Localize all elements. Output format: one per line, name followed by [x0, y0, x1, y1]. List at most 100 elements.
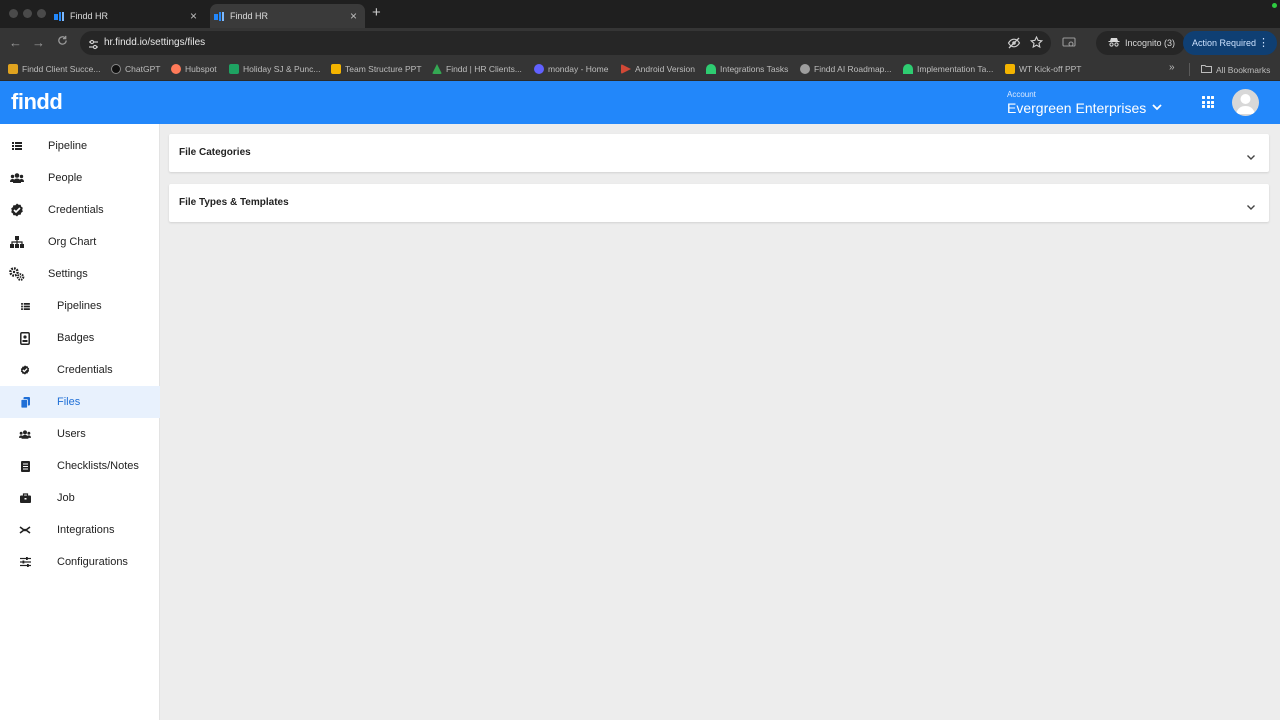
globe-icon [800, 64, 810, 74]
bookmark-item[interactable]: Findd AI Roadmap... [800, 64, 892, 74]
browser-toolbar: ← → hr.findd.io/settings/files Incognito… [0, 28, 1280, 58]
apps-grid-icon[interactable] [1202, 96, 1214, 108]
sidebar-item-credentials[interactable]: Credentials [0, 194, 160, 226]
window-zoom-dot[interactable] [37, 9, 46, 18]
reload-icon[interactable] [57, 34, 68, 50]
bookmark-item[interactable]: monday - Home [534, 64, 608, 74]
file-categories-panel[interactable]: File Categories [169, 134, 1269, 172]
sidebar-item-label: Settings [48, 268, 88, 280]
sidebar-item-label: Checklists/Notes [57, 460, 139, 472]
file-types-templates-panel[interactable]: File Types & Templates [169, 184, 1269, 222]
panel-title: File Types & Templates [179, 197, 289, 208]
sidebar: Pipeline People Credentials Org Chart Se… [0, 124, 160, 720]
slides-icon [1005, 64, 1015, 74]
users-icon [17, 426, 33, 442]
incognito-indicator[interactable]: Incognito (3) [1096, 31, 1186, 55]
chevron-down-icon[interactable] [1151, 98, 1163, 116]
browser-tab-1[interactable]: Findd HR × [50, 4, 205, 28]
bookmark-item[interactable]: Team Structure PPT [331, 64, 422, 74]
monday-icon [534, 64, 544, 74]
sidebar-item-pipelines[interactable]: Pipelines [0, 290, 160, 322]
bookmark-item[interactable]: Integrations Tasks [706, 64, 788, 74]
bookmark-item[interactable]: Hubspot [171, 64, 217, 74]
sidebar-item-credentials-settings[interactable]: Credentials [0, 354, 160, 386]
browser-tab-2[interactable]: Findd HR × [210, 4, 365, 28]
people-icon [9, 170, 25, 186]
briefcase-icon [17, 490, 33, 506]
eye-off-icon[interactable] [1007, 36, 1021, 55]
avatar[interactable] [1232, 89, 1259, 116]
site-info-icon[interactable] [88, 37, 99, 55]
tasks-icon [706, 64, 716, 74]
back-arrow-icon[interactable]: ← [9, 35, 22, 51]
panel-title: File Categories [179, 147, 251, 158]
files-icon [17, 394, 33, 410]
browser-tab-bar: Findd HR × Findd HR × + [0, 0, 1280, 28]
sidebar-item-org-chart[interactable]: Org Chart [0, 226, 160, 258]
hubspot-icon [171, 64, 181, 74]
list-icon [17, 298, 33, 314]
chatgpt-icon [111, 64, 121, 74]
forward-arrow-icon[interactable]: → [32, 35, 45, 51]
user-silhouette-icon [1236, 94, 1255, 114]
checklist-icon [17, 458, 33, 474]
divider [1189, 63, 1190, 76]
window-close-dot[interactable] [9, 9, 18, 18]
sidebar-item-label: People [48, 172, 83, 184]
star-icon[interactable] [1029, 35, 1044, 54]
sheets-icon [229, 64, 239, 74]
url-text[interactable]: hr.findd.io/settings/files [104, 37, 205, 48]
sidebar-item-label: Pipelines [57, 300, 102, 312]
play-store-icon [621, 64, 631, 74]
extensions-icon[interactable] [1062, 36, 1076, 54]
bookmarks-bar: Findd Client Succe... ChatGPT Hubspot Ho… [0, 58, 1280, 81]
bookmark-item[interactable]: Findd Client Succe... [8, 64, 100, 74]
sidebar-item-label: Pipeline [48, 140, 88, 152]
account-label: Account [1007, 90, 1036, 99]
chevron-down-icon[interactable] [1246, 198, 1256, 216]
action-required-button[interactable]: Action Required ⋮ [1183, 31, 1277, 55]
tab-close-icon[interactable]: × [350, 8, 357, 24]
sidebar-item-label: Org Chart [48, 236, 97, 248]
sidebar-item-label: Credentials [48, 204, 104, 216]
bookmark-item[interactable]: Implementation Ta... [903, 64, 993, 74]
tasks-icon [903, 64, 913, 74]
incognito-icon [1108, 37, 1120, 49]
new-tab-icon[interactable]: + [372, 5, 381, 21]
sidebar-item-users[interactable]: Users [0, 418, 160, 450]
window-minimize-dot[interactable] [23, 9, 32, 18]
sidebar-item-settings[interactable]: Settings [0, 258, 160, 290]
address-bar[interactable]: hr.findd.io/settings/files [80, 31, 1051, 55]
more-vert-icon[interactable]: ⋮ [1258, 36, 1269, 50]
list-icon [9, 138, 25, 154]
account-name[interactable]: Evergreen Enterprises [1007, 100, 1146, 116]
action-required-label: Action Required [1192, 38, 1257, 48]
sidebar-item-integrations[interactable]: Integrations [0, 514, 160, 546]
tab-close-icon[interactable]: × [190, 8, 197, 24]
bookmark-item[interactable]: Android Version [621, 64, 695, 74]
integrations-icon [17, 522, 33, 538]
app-header: findd Account Evergreen Enterprises [0, 81, 1280, 124]
sidebar-item-people[interactable]: People [0, 162, 160, 194]
sidebar-item-pipeline[interactable]: Pipeline [0, 130, 160, 162]
findd-logo[interactable]: findd [11, 89, 63, 115]
sidebar-item-label: Job [57, 492, 75, 504]
sidebar-item-label: Integrations [57, 524, 115, 536]
tab-title: Findd HR [70, 11, 109, 21]
folder-icon [1201, 64, 1212, 75]
badge-icon [17, 330, 33, 346]
bookmark-item[interactable]: Holiday SJ & Punc... [229, 64, 320, 74]
bookmark-item[interactable]: WT Kick-off PPT [1005, 64, 1082, 74]
sliders-icon [17, 554, 33, 570]
bookmark-item[interactable]: ChatGPT [111, 64, 160, 74]
sidebar-item-job[interactable]: Job [0, 482, 160, 514]
all-bookmarks[interactable]: All Bookmarks [1201, 64, 1270, 75]
sidebar-item-badges[interactable]: Badges [0, 322, 160, 354]
chevron-down-icon[interactable] [1246, 148, 1256, 166]
sidebar-item-checklists-notes[interactable]: Checklists/Notes [0, 450, 160, 482]
more-bookmarks-icon[interactable]: » [1169, 62, 1175, 73]
bookmark-item[interactable]: Findd | HR Clients... [432, 64, 522, 74]
sidebar-item-label: Files [57, 396, 81, 408]
sidebar-item-files[interactable]: Files [0, 386, 160, 418]
sidebar-item-configurations[interactable]: Configurations [0, 546, 160, 578]
